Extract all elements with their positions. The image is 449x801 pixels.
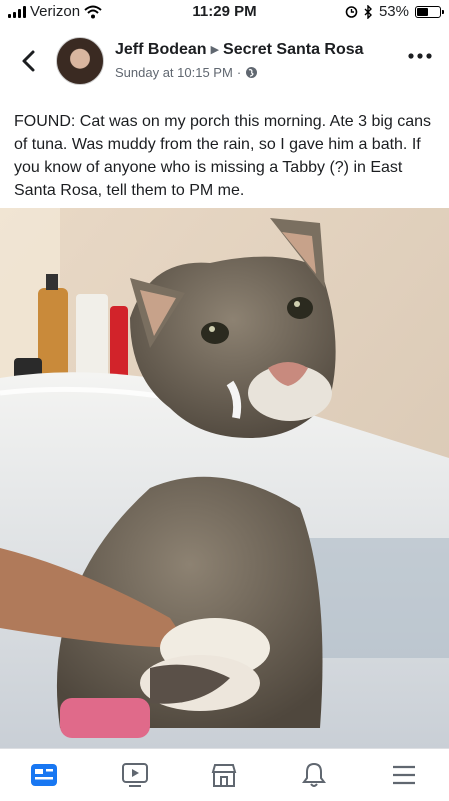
bluetooth-icon [364,4,372,19]
post-text: FOUND: Cat was on my porch this morning.… [14,113,432,199]
globe-icon [246,67,258,78]
marketplace-icon [211,764,237,787]
back-arrow-icon[interactable] [14,44,44,78]
arrow-right-icon: ▶ [210,44,220,56]
photo-illustration [0,208,449,748]
nav-news-feed[interactable] [24,757,64,793]
battery-percent: 53% [378,3,409,20]
status-right: 53% [345,3,444,20]
post-meta: Sunday at 10:15 PM · [115,65,258,80]
bottom-nav [0,748,449,801]
post-header: Jeff Bodean ▶ Secret Santa Rosa Sunday at … [0,30,449,92]
watch-icon [122,763,148,787]
battery-icon [415,5,444,18]
group-name[interactable]: Secret Santa Rosa [223,41,364,58]
nav-watch[interactable] [115,757,155,793]
status-bar: Verizon 11:29 PM 53% [0,0,449,24]
notifications-icon [302,762,326,787]
nav-menu[interactable] [384,757,424,793]
news-feed-icon [31,764,57,786]
separator-dot: · [236,65,242,80]
nav-notifications[interactable] [294,757,334,793]
post-timestamp[interactable]: Sunday at 10:15 PM [115,65,233,80]
battery-level [417,7,428,16]
alarm-icon [345,6,358,18]
author-avatar[interactable] [56,37,104,85]
nav-marketplace[interactable] [204,757,244,793]
post-photo[interactable] [0,208,449,748]
post-author-line: Jeff Bodean ▶ Secret Santa Rosa [115,41,364,59]
more-options-icon[interactable] [405,46,435,66]
menu-icon [393,765,415,785]
author-name[interactable]: Jeff Bodean [115,41,207,58]
